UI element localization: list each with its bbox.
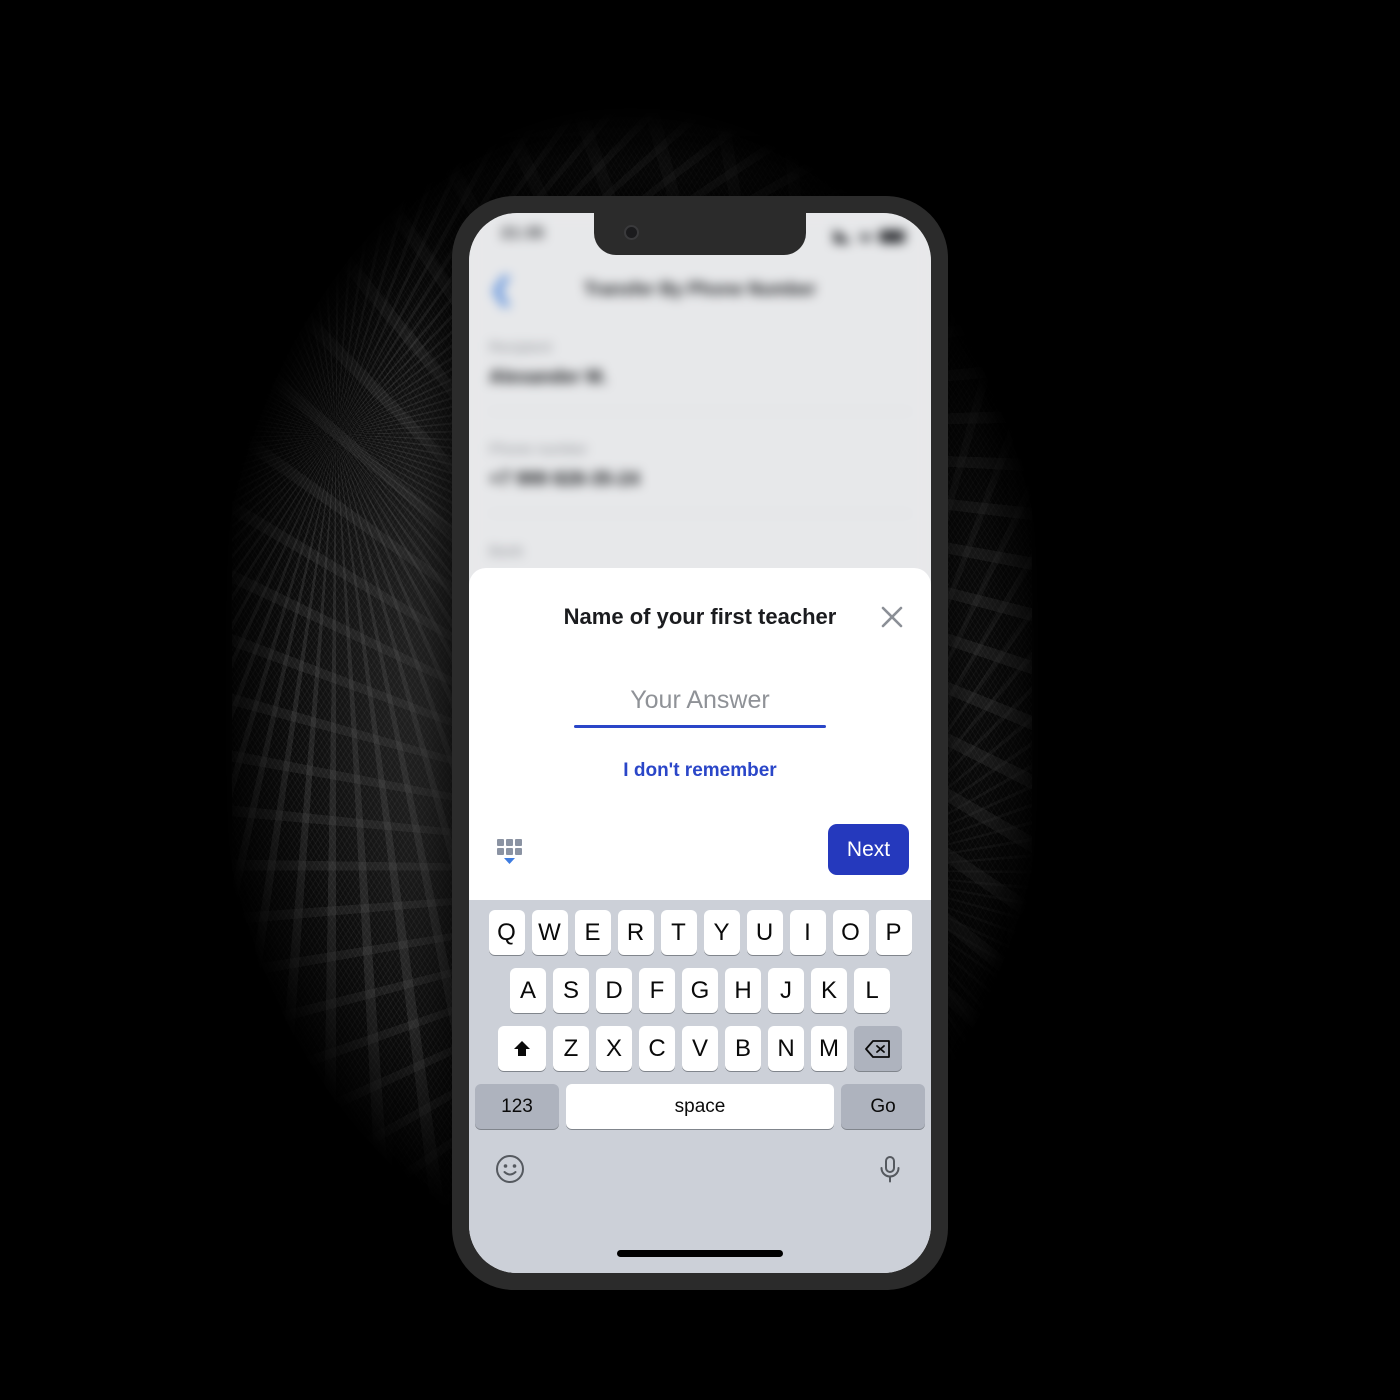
key-t[interactable]: T: [660, 910, 697, 955]
keyboard-hide-icon[interactable]: [489, 830, 529, 870]
shift-icon[interactable]: [498, 1026, 546, 1071]
key-y[interactable]: Y: [703, 910, 740, 955]
backspace-icon[interactable]: [854, 1026, 902, 1071]
emoji-icon[interactable]: [493, 1152, 527, 1191]
field-bank-label: Bank: [489, 543, 524, 560]
key-u[interactable]: U: [746, 910, 783, 955]
key-p[interactable]: P: [875, 910, 912, 955]
space-key[interactable]: space: [566, 1084, 834, 1129]
key-g[interactable]: G: [682, 968, 718, 1013]
field-phone-number-value: +7 999 828-35-24: [489, 469, 640, 490]
i-dont-remember-link[interactable]: I don't remember: [469, 760, 931, 782]
wifi-icon: [858, 234, 873, 243]
key-k[interactable]: K: [811, 968, 847, 1013]
keyboard-row-4: 123 space Go: [469, 1084, 931, 1129]
answer-field-wrapper: [574, 686, 826, 728]
dialog-title: Name of your first teacher: [563, 604, 837, 629]
key-h[interactable]: H: [725, 968, 761, 1013]
microphone-icon[interactable]: [873, 1152, 907, 1191]
next-button[interactable]: Next: [828, 824, 909, 875]
status-bar-icons: [834, 225, 905, 243]
field-phone-number-label: Phone number: [489, 441, 588, 458]
key-m[interactable]: M: [811, 1026, 847, 1071]
field-separator: [489, 513, 911, 514]
key-w[interactable]: W: [531, 910, 568, 955]
battery-icon: [879, 230, 905, 243]
key-z[interactable]: Z: [553, 1026, 589, 1071]
key-s[interactable]: S: [553, 968, 589, 1013]
screenshot-stage: 21:35 ❮ Transfer By Phone Number Recipie…: [0, 0, 1400, 1400]
keyboard-row-1: Q W E R T Y U I O P: [469, 910, 931, 955]
front-camera-icon: [624, 225, 639, 240]
keyboard-row-3: Z X C V B N M: [469, 1026, 931, 1071]
keyboard-row-2: A S D F G H J K L: [469, 968, 931, 1013]
answer-input[interactable]: [574, 686, 826, 725]
status-bar-time: 21:35: [501, 225, 545, 242]
nav-bar: ❮ Transfer By Phone Number: [469, 267, 931, 317]
field-phone-number[interactable]: Phone number +7 999 828-35-24: [489, 441, 911, 491]
key-v[interactable]: V: [682, 1026, 718, 1071]
key-d[interactable]: D: [596, 968, 632, 1013]
answer-input-underline: [574, 725, 826, 728]
field-separator: [489, 411, 911, 412]
key-e[interactable]: E: [574, 910, 611, 955]
page-title: Transfer By Phone Number: [583, 279, 817, 299]
on-screen-keyboard: Q W E R T Y U I O P A S D F G H J K L Z …: [469, 900, 931, 1273]
key-b[interactable]: B: [725, 1026, 761, 1071]
phone-screen: 21:35 ❮ Transfer By Phone Number Recipie…: [469, 213, 931, 1273]
key-f[interactable]: F: [639, 968, 675, 1013]
field-recipient-value: Alexander M.: [489, 367, 608, 388]
close-icon[interactable]: [877, 602, 907, 632]
key-l[interactable]: L: [854, 968, 890, 1013]
key-n[interactable]: N: [768, 1026, 804, 1071]
key-r[interactable]: R: [617, 910, 654, 955]
field-recipient-label: Recipient: [489, 339, 552, 356]
key-j[interactable]: J: [768, 968, 804, 1013]
field-bank[interactable]: Bank: [489, 543, 911, 571]
security-question-dialog: Name of your first teacher I don't remem…: [469, 568, 931, 900]
key-x[interactable]: X: [596, 1026, 632, 1071]
phone-notch: [594, 213, 806, 255]
key-a[interactable]: A: [510, 968, 546, 1013]
go-key[interactable]: Go: [841, 1084, 925, 1129]
signal-icon: [834, 229, 852, 243]
key-i[interactable]: I: [789, 910, 826, 955]
keyboard-bottom-bar: [469, 1142, 931, 1198]
home-indicator: [617, 1250, 783, 1257]
key-c[interactable]: C: [639, 1026, 675, 1071]
key-q[interactable]: Q: [488, 910, 525, 955]
field-recipient[interactable]: Recipient Alexander M.: [489, 339, 911, 389]
numbers-key[interactable]: 123: [475, 1084, 559, 1129]
key-o[interactable]: O: [832, 910, 869, 955]
